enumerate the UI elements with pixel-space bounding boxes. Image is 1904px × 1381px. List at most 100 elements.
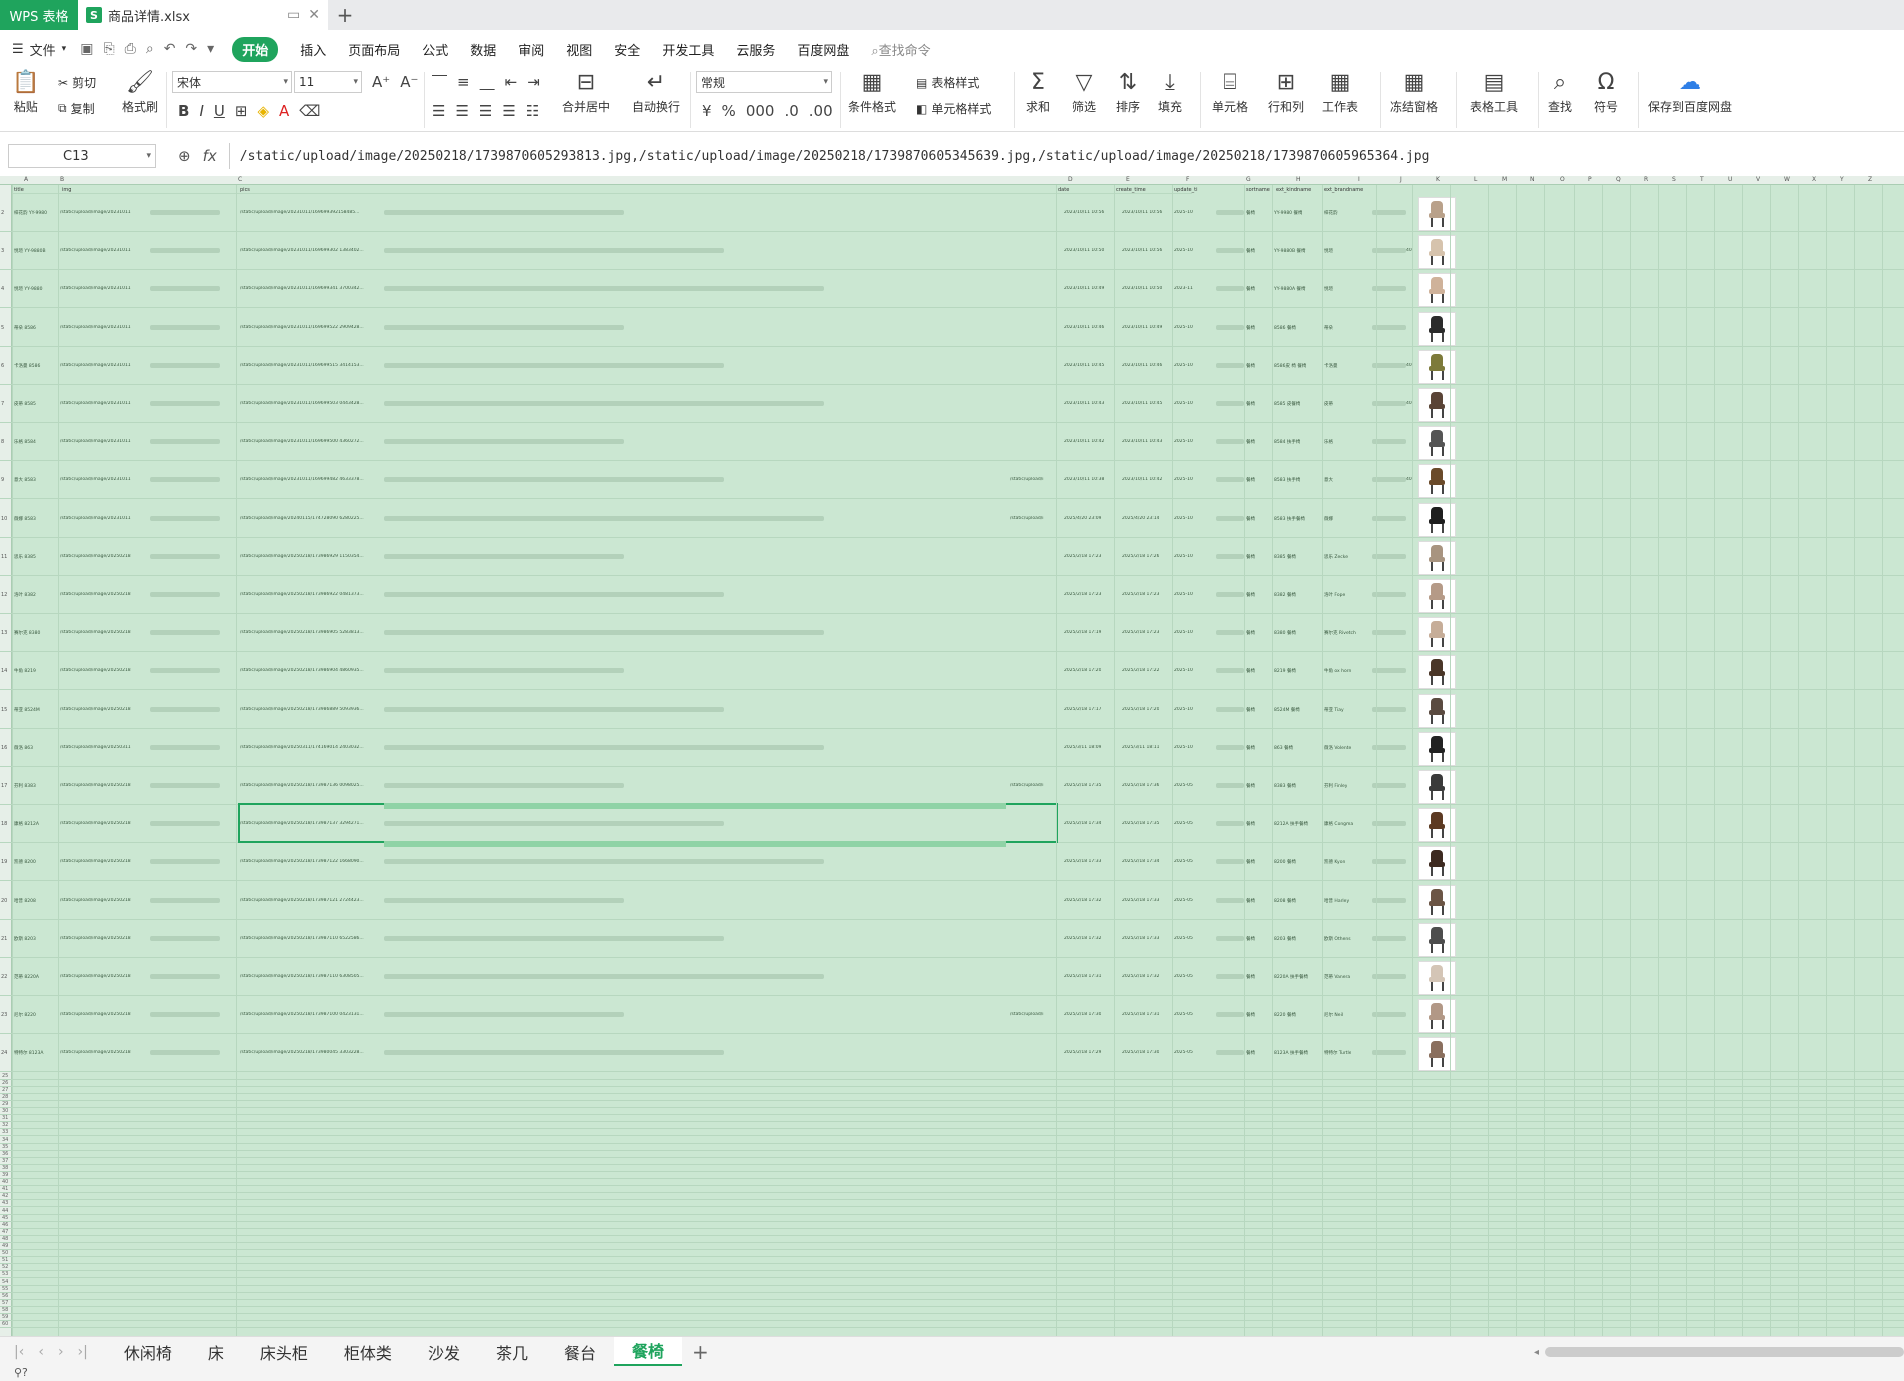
cell-h[interactable]: YY-9880A 餐椅	[1274, 286, 1306, 292]
cell-n[interactable]: 8	[1, 439, 4, 445]
fx-icon[interactable]: fx	[203, 147, 217, 165]
cell-j[interactable]: 40	[1406, 477, 1412, 482]
cell-h[interactable]: 8524M 餐椅	[1274, 707, 1300, 713]
empty-row[interactable]: 51	[0, 1257, 1904, 1265]
cell-d[interactable]: 2023/10/11 10:45	[1064, 363, 1104, 368]
cell-e[interactable]: 2023/10/11 10:50	[1122, 286, 1162, 291]
cell-d[interactable]: 2025/2/18 17:23	[1064, 592, 1101, 597]
cell-i[interactable]: 牛角 ox horn	[1324, 668, 1351, 674]
cell-b[interactable]: /static/upload/image/20231011	[60, 401, 150, 406]
menu-item-insert[interactable]: 插入	[300, 40, 326, 59]
cell-n[interactable]: 7	[1, 401, 4, 407]
column-letter[interactable]: K	[1436, 176, 1440, 183]
cell-j[interactable]: 40	[1406, 248, 1412, 253]
cell-d[interactable]: 2025/2/18 17:33	[1064, 859, 1101, 864]
cell-h[interactable]: 8123A 扶手餐椅	[1274, 1050, 1308, 1056]
cell-c[interactable]: /static/upload/image/20231011/169699522 …	[240, 325, 380, 330]
menu-item-review[interactable]: 审阅	[518, 40, 544, 59]
cell-n[interactable]: 12	[1, 592, 7, 598]
sheet-tab-nightstand[interactable]: 床头柜	[242, 1337, 326, 1367]
border-icon[interactable]: ⊞	[235, 102, 248, 120]
column-letter[interactable]: T	[1700, 176, 1704, 183]
fill-color-icon[interactable]: ◈	[257, 102, 269, 120]
cell-e[interactable]: 2023/10/11 10:42	[1122, 477, 1162, 482]
empty-row[interactable]: 52	[0, 1264, 1904, 1272]
cell-i[interactable]: 悦瑄	[1324, 286, 1333, 292]
empty-row[interactable]: 48	[0, 1236, 1904, 1243]
table-row[interactable]: 10 薇娜 8583/static/upload/image/20231011/s…	[0, 500, 1904, 538]
align-top-icon[interactable]: ⎺	[432, 73, 447, 91]
cell-n[interactable]: 9	[1, 477, 4, 483]
table-row[interactable]: 11 思乐 8385/static/upload/image/20250218/s…	[0, 538, 1904, 576]
cell-g[interactable]: 餐椅	[1246, 592, 1255, 598]
cell-i[interactable]: 悦瑄	[1324, 248, 1333, 254]
undo-icon[interactable]: ↶	[164, 41, 176, 57]
cell-f[interactable]: 2025-10	[1174, 439, 1193, 444]
cell-c[interactable]: /static/upload/image/20240115/174728090 …	[240, 516, 380, 521]
cell-f[interactable]: 2025-10	[1174, 554, 1193, 559]
cell-e[interactable]: 2025/2/18 17:32	[1122, 974, 1159, 979]
cell-b[interactable]: /static/upload/image/20250218	[60, 1012, 150, 1017]
pin-icon[interactable]: ▭	[287, 7, 300, 23]
cell-a[interactable]: 蒂朵 8586	[14, 325, 58, 331]
empty-row[interactable]: 40	[0, 1179, 1904, 1187]
print-icon[interactable]: ⎙	[125, 41, 136, 57]
cell-c[interactable]: /static/upload/image/20250218/173986905 …	[240, 630, 380, 635]
cell-i[interactable]: 薇娜	[1324, 516, 1333, 522]
cell-a[interactable]: 凯德 8200	[14, 859, 58, 865]
cell-h[interactable]: 8212A 扶手餐椅	[1274, 821, 1308, 827]
cell-b[interactable]: /static/upload/image/20250218	[60, 821, 150, 826]
cell-g[interactable]: 餐椅	[1246, 516, 1255, 522]
cell-b[interactable]: /static/upload/image/20231011	[60, 325, 150, 330]
cell-e[interactable]: 2025/2/18 17:35	[1122, 821, 1159, 826]
table-row[interactable]: 16 薇洛 863/static/upload/image/20250311/st…	[0, 729, 1904, 767]
font-color-icon[interactable]: A	[279, 102, 289, 120]
column-letter[interactable]: V	[1756, 176, 1760, 183]
cell-c[interactable]: /static/upload/image/20250218/173987122 …	[240, 859, 380, 864]
cell-n[interactable]: 17	[1, 783, 7, 789]
cell-g[interactable]: 餐椅	[1246, 668, 1255, 674]
cell-b[interactable]: /static/upload/image/20250218	[60, 668, 150, 673]
cell-n[interactable]: 2	[1, 210, 4, 216]
export-icon[interactable]: ⎘	[103, 41, 114, 57]
cell-b[interactable]: /static/upload/image/20250311	[60, 745, 150, 750]
cell-g[interactable]: 餐椅	[1246, 1050, 1255, 1056]
cell-a[interactable]: 欧斯 8203	[14, 936, 58, 942]
empty-row[interactable]: 42	[0, 1193, 1904, 1201]
cell-n[interactable]: 5	[1, 325, 4, 331]
cell-g[interactable]: 餐椅	[1246, 210, 1255, 216]
sort-button[interactable]: ⇅ 排序	[1116, 70, 1140, 115]
cell-a[interactable]: 范蒂 8220A	[14, 974, 58, 980]
cell-a[interactable]: 梓花韵 YY-9980	[14, 210, 58, 216]
column-letter[interactable]: O	[1560, 176, 1565, 183]
selected-cell-c13[interactable]	[238, 803, 1058, 843]
print-preview-icon[interactable]: ⌕	[146, 41, 154, 57]
cell-f[interactable]: 2025-10	[1174, 707, 1193, 712]
cell-a[interactable]: 芬利 8383	[14, 783, 58, 789]
cell-c[interactable]: /static/upload/image/20231011/169699515 …	[240, 363, 380, 368]
cell-c[interactable]: /static/upload/image/20250218/173980045 …	[240, 1050, 380, 1055]
empty-row[interactable]: 46	[0, 1222, 1904, 1229]
cell-h[interactable]: 8584 扶手椅	[1274, 439, 1300, 445]
cell-g[interactable]: 餐椅	[1246, 707, 1255, 713]
menu-item-data[interactable]: 数据	[470, 40, 496, 59]
cell-d[interactable]: 2023/10/11 10:49	[1064, 286, 1104, 291]
column-letter[interactable]: M	[1502, 176, 1507, 183]
cell-i[interactable]: 哈普 Harley	[1324, 898, 1349, 904]
table-row[interactable]: 4 悦瑄 YY-9880/static/upload/image/20231011…	[0, 270, 1904, 309]
name-box[interactable]: C13	[8, 144, 156, 168]
column-letter[interactable]: W	[1784, 176, 1790, 183]
empty-row[interactable]: 54	[0, 1279, 1904, 1286]
empty-row[interactable]: 28	[0, 1094, 1904, 1101]
cell-e[interactable]: 2025/3/11 18:11	[1122, 745, 1159, 750]
cell-b[interactable]: /static/upload/image/20250218	[60, 707, 150, 712]
cell-h[interactable]: 8586 餐椅	[1274, 325, 1296, 331]
column-letter[interactable]: E	[1126, 176, 1130, 183]
cell-g[interactable]: 餐椅	[1246, 783, 1255, 789]
merge-center-button[interactable]: ⊟ 合并居中	[562, 70, 610, 115]
cell-b[interactable]: /static/upload/image/20250218	[60, 592, 150, 597]
cell-d[interactable]: 2025/2/18 17:17	[1064, 707, 1101, 712]
empty-row[interactable]: 60	[0, 1321, 1904, 1329]
cell-f[interactable]: 2025-10	[1174, 477, 1193, 482]
cell-g[interactable]: 餐椅	[1246, 325, 1255, 331]
